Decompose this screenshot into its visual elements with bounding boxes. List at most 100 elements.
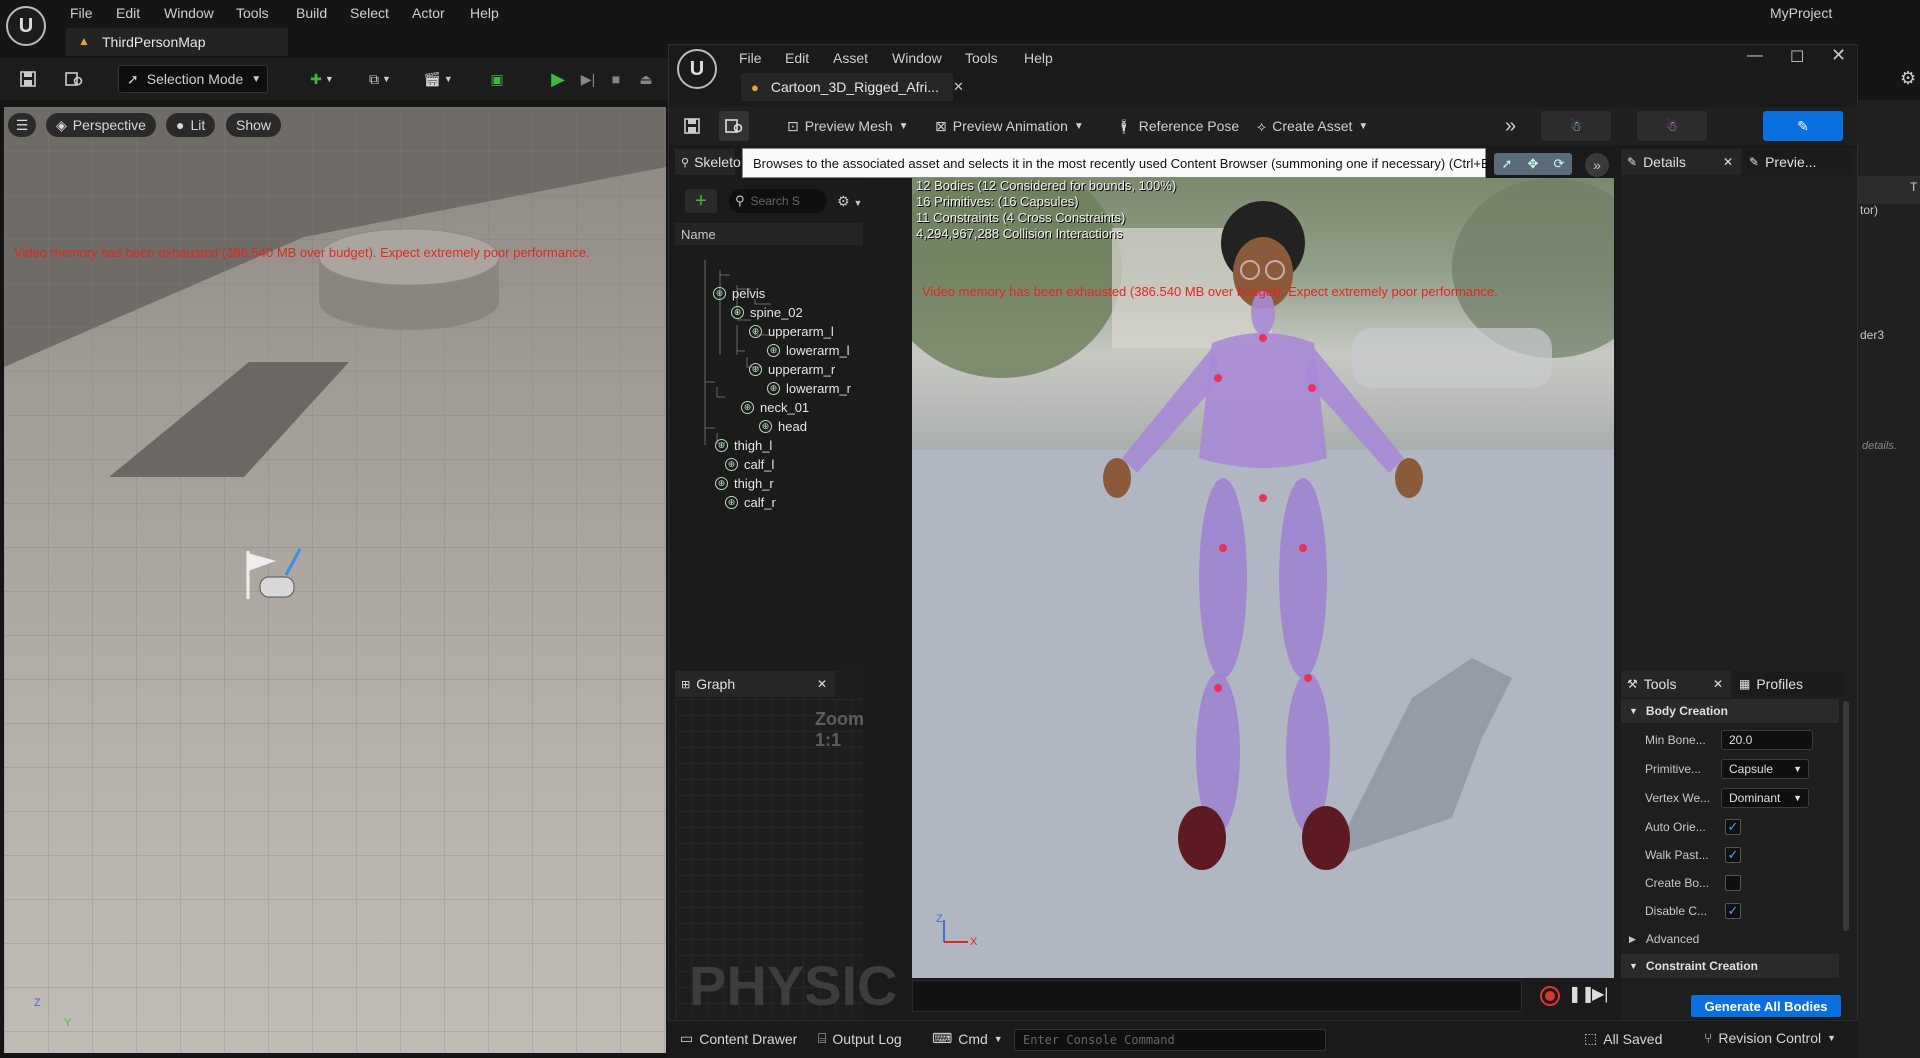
move-tool-icon[interactable]: ✥ <box>1528 156 1539 172</box>
all-saved-indicator[interactable]: ⬚ All Saved <box>1584 1030 1662 1047</box>
physics-asset-mode-icon[interactable]: ✎ <box>1763 111 1843 141</box>
menu-select[interactable]: Select <box>350 5 389 21</box>
menu-tools[interactable]: Tools <box>236 5 269 21</box>
menu-edit[interactable]: Edit <box>116 5 140 21</box>
bone-row-lowerarm_r[interactable]: ⊕ lowerarm_r <box>767 379 851 398</box>
create-body-checkbox[interactable] <box>1725 875 1741 891</box>
generate-all-bodies-button[interactable]: Generate All Bodies <box>1691 995 1841 1017</box>
body-creation-header[interactable]: ▼ Body Creation <box>1621 699 1839 723</box>
bone-row-pelvis[interactable]: ⊕ pelvis <box>713 284 765 303</box>
map-tab[interactable]: ▲ ThirdPersonMap <box>66 28 288 56</box>
graph-tab[interactable]: ⊞ Graph ✕ <box>675 671 835 697</box>
player-start-icon[interactable] <box>242 547 304 603</box>
blueprint-icon[interactable]: ⧉ ▼ <box>360 65 400 93</box>
browse-icon[interactable] <box>60 65 88 93</box>
preview-settings-tab[interactable]: ✎ Previe... <box>1743 149 1853 175</box>
physics-mode-icon[interactable]: ☃ <box>1637 111 1707 141</box>
cinematics-icon[interactable]: 🎬︎ ▼ <box>418 65 458 93</box>
reference-pose-button[interactable]: 🕴︎ Reference Pose <box>1115 111 1239 141</box>
pause-icon[interactable]: ❚❚ <box>1568 984 1595 1004</box>
save-icon[interactable] <box>14 65 42 93</box>
tools-scrollbar[interactable] <box>1843 701 1849 931</box>
browse-to-asset-icon[interactable] <box>719 111 749 141</box>
close-tab-icon[interactable]: ✕ <box>817 677 827 691</box>
asset-menu-asset[interactable]: Asset <box>833 50 868 66</box>
cmd-dropdown[interactable]: ⌨ Cmd ▼ <box>932 1030 1003 1047</box>
minimize-icon[interactable]: — <box>1747 47 1763 65</box>
step-icon[interactable]: ▶| <box>576 65 600 93</box>
content-drawer-button[interactable]: ▭ Content Drawer <box>680 1030 797 1047</box>
min-bone-input[interactable]: 20.0 <box>1721 730 1813 750</box>
output-log-button[interactable]: ⌸ Output Log <box>818 1030 902 1047</box>
perspective-button[interactable]: ◈ Perspective <box>46 113 156 137</box>
tools-tab[interactable]: ⚒ Tools ✕ <box>1621 671 1731 697</box>
bone-row-spine_02[interactable]: ⊕ spine_02 <box>731 303 803 322</box>
graph-panel[interactable]: ⊞ Graph ✕ Zoom 1:1 PHYSIC <box>675 671 898 1019</box>
close-window-icon[interactable]: ✕ <box>1831 45 1846 66</box>
close-tab-icon[interactable]: ✕ <box>1713 677 1723 691</box>
auto-orient-checkbox[interactable]: ✓ <box>1725 819 1741 835</box>
asset-menu-window[interactable]: Window <box>892 50 942 66</box>
settings-gear-icon[interactable]: ⚙ ▼ <box>837 193 862 210</box>
add-actor-icon[interactable]: ✚ ▼ <box>302 65 342 93</box>
platform-icon[interactable]: ▣ <box>484 65 510 93</box>
toolbar-overflow-icon[interactable]: » <box>1505 111 1516 141</box>
settings-gear-icon[interactable]: ⚙ <box>1900 68 1916 89</box>
bone-row-lowerarm_l[interactable]: ⊕ lowerarm_l <box>767 341 850 360</box>
create-asset-dropdown[interactable]: ⟡ Create Asset ▼ <box>1257 111 1368 141</box>
details-tab[interactable]: ✎ Details ✕ <box>1621 149 1741 175</box>
transform-tools-group[interactable]: ➚ ✥ ⟳ <box>1494 153 1572 175</box>
selection-mode-dropdown[interactable]: ➚ Selection Mode ▼ <box>118 65 268 93</box>
advanced-section[interactable]: ▶ Advanced <box>1621 927 1839 951</box>
bone-row-calf_r[interactable]: ⊕ calf_r <box>725 493 776 512</box>
record-icon[interactable] <box>1540 986 1560 1006</box>
vertex-weight-dropdown[interactable]: Dominant ▼ <box>1721 788 1809 808</box>
menu-build[interactable]: Build <box>296 5 327 21</box>
bone-row-upperarm_r[interactable]: ⊕ upperarm_r <box>749 360 835 379</box>
skeleton-tree-tab[interactable]: ⚲ Skeleto <box>675 149 741 175</box>
name-column-header[interactable]: Name <box>675 223 863 245</box>
step-forward-icon[interactable]: ▶| <box>1592 984 1608 1004</box>
physics-preview-viewport[interactable]: 12 Bodies (12 Considered for bounds, 100… <box>912 178 1614 978</box>
asset-menu-help[interactable]: Help <box>1024 50 1053 66</box>
asset-menu-edit[interactable]: Edit <box>785 50 809 66</box>
skeleton-search-input[interactable]: ⚲ Search S <box>729 189 827 213</box>
bone-row-thigh_r[interactable]: ⊕ thigh_r <box>715 474 774 493</box>
bone-row-thigh_l[interactable]: ⊕ thigh_l <box>715 436 772 455</box>
viewport-expand-icon[interactable]: » <box>1585 153 1609 177</box>
save-asset-icon[interactable] <box>683 111 701 141</box>
close-tab-icon[interactable]: ✕ <box>953 79 964 95</box>
menu-file[interactable]: File <box>70 5 93 21</box>
bone-row-head[interactable]: ⊕ head <box>759 417 807 436</box>
asset-tab[interactable]: ● Cartoon_3D_Rigged_Afri... ✕ <box>741 73 964 101</box>
close-tab-icon[interactable]: ✕ <box>1723 155 1733 169</box>
bone-row-neck_01[interactable]: ⊕ neck_01 <box>741 398 809 417</box>
bone-row-calf_l[interactable]: ⊕ calf_l <box>725 455 774 474</box>
level-viewport[interactable]: ☰ ◈ Perspective ● Lit Show Video memory … <box>4 107 666 1053</box>
lit-button[interactable]: ● Lit <box>166 113 216 137</box>
maximize-icon[interactable]: ☐ <box>1790 47 1804 67</box>
disable-c-checkbox[interactable]: ✓ <box>1725 903 1741 919</box>
bone-row-upperarm_l[interactable]: ⊕ upperarm_l <box>749 322 834 341</box>
rotate-tool-icon[interactable]: ⟳ <box>1554 156 1565 172</box>
constraint-creation-header[interactable]: ▼ Constraint Creation <box>1621 954 1839 978</box>
skeleton-mode-icon[interactable]: ☃ <box>1541 111 1611 141</box>
show-button[interactable]: Show <box>226 113 282 137</box>
asset-menu-tools[interactable]: Tools <box>965 50 998 66</box>
menu-actor[interactable]: Actor <box>412 5 445 21</box>
play-icon[interactable]: ▶ <box>546 65 570 93</box>
profiles-tab[interactable]: ▦ Profiles <box>1733 671 1843 697</box>
stop-icon[interactable]: ■ <box>604 65 628 93</box>
preview-animation-dropdown[interactable]: ⊠ Preview Animation ▼ <box>935 111 1084 141</box>
menu-help[interactable]: Help <box>470 5 499 21</box>
primitive-dropdown[interactable]: Capsule ▼ <box>1721 759 1809 779</box>
select-tool-icon[interactable]: ➚ <box>1502 156 1513 172</box>
add-icon[interactable]: + <box>685 189 717 213</box>
eject-icon[interactable]: ⏏ <box>634 65 658 93</box>
revision-control-button[interactable]: ⑂ Revision Control ▼ <box>1704 1030 1836 1046</box>
walk-past-checkbox[interactable]: ✓ <box>1725 847 1741 863</box>
console-command-input[interactable]: Enter Console Command <box>1014 1029 1326 1051</box>
viewport-menu-icon[interactable]: ☰ <box>8 113 36 137</box>
asset-menu-file[interactable]: File <box>739 50 762 66</box>
menu-window[interactable]: Window <box>164 5 214 21</box>
